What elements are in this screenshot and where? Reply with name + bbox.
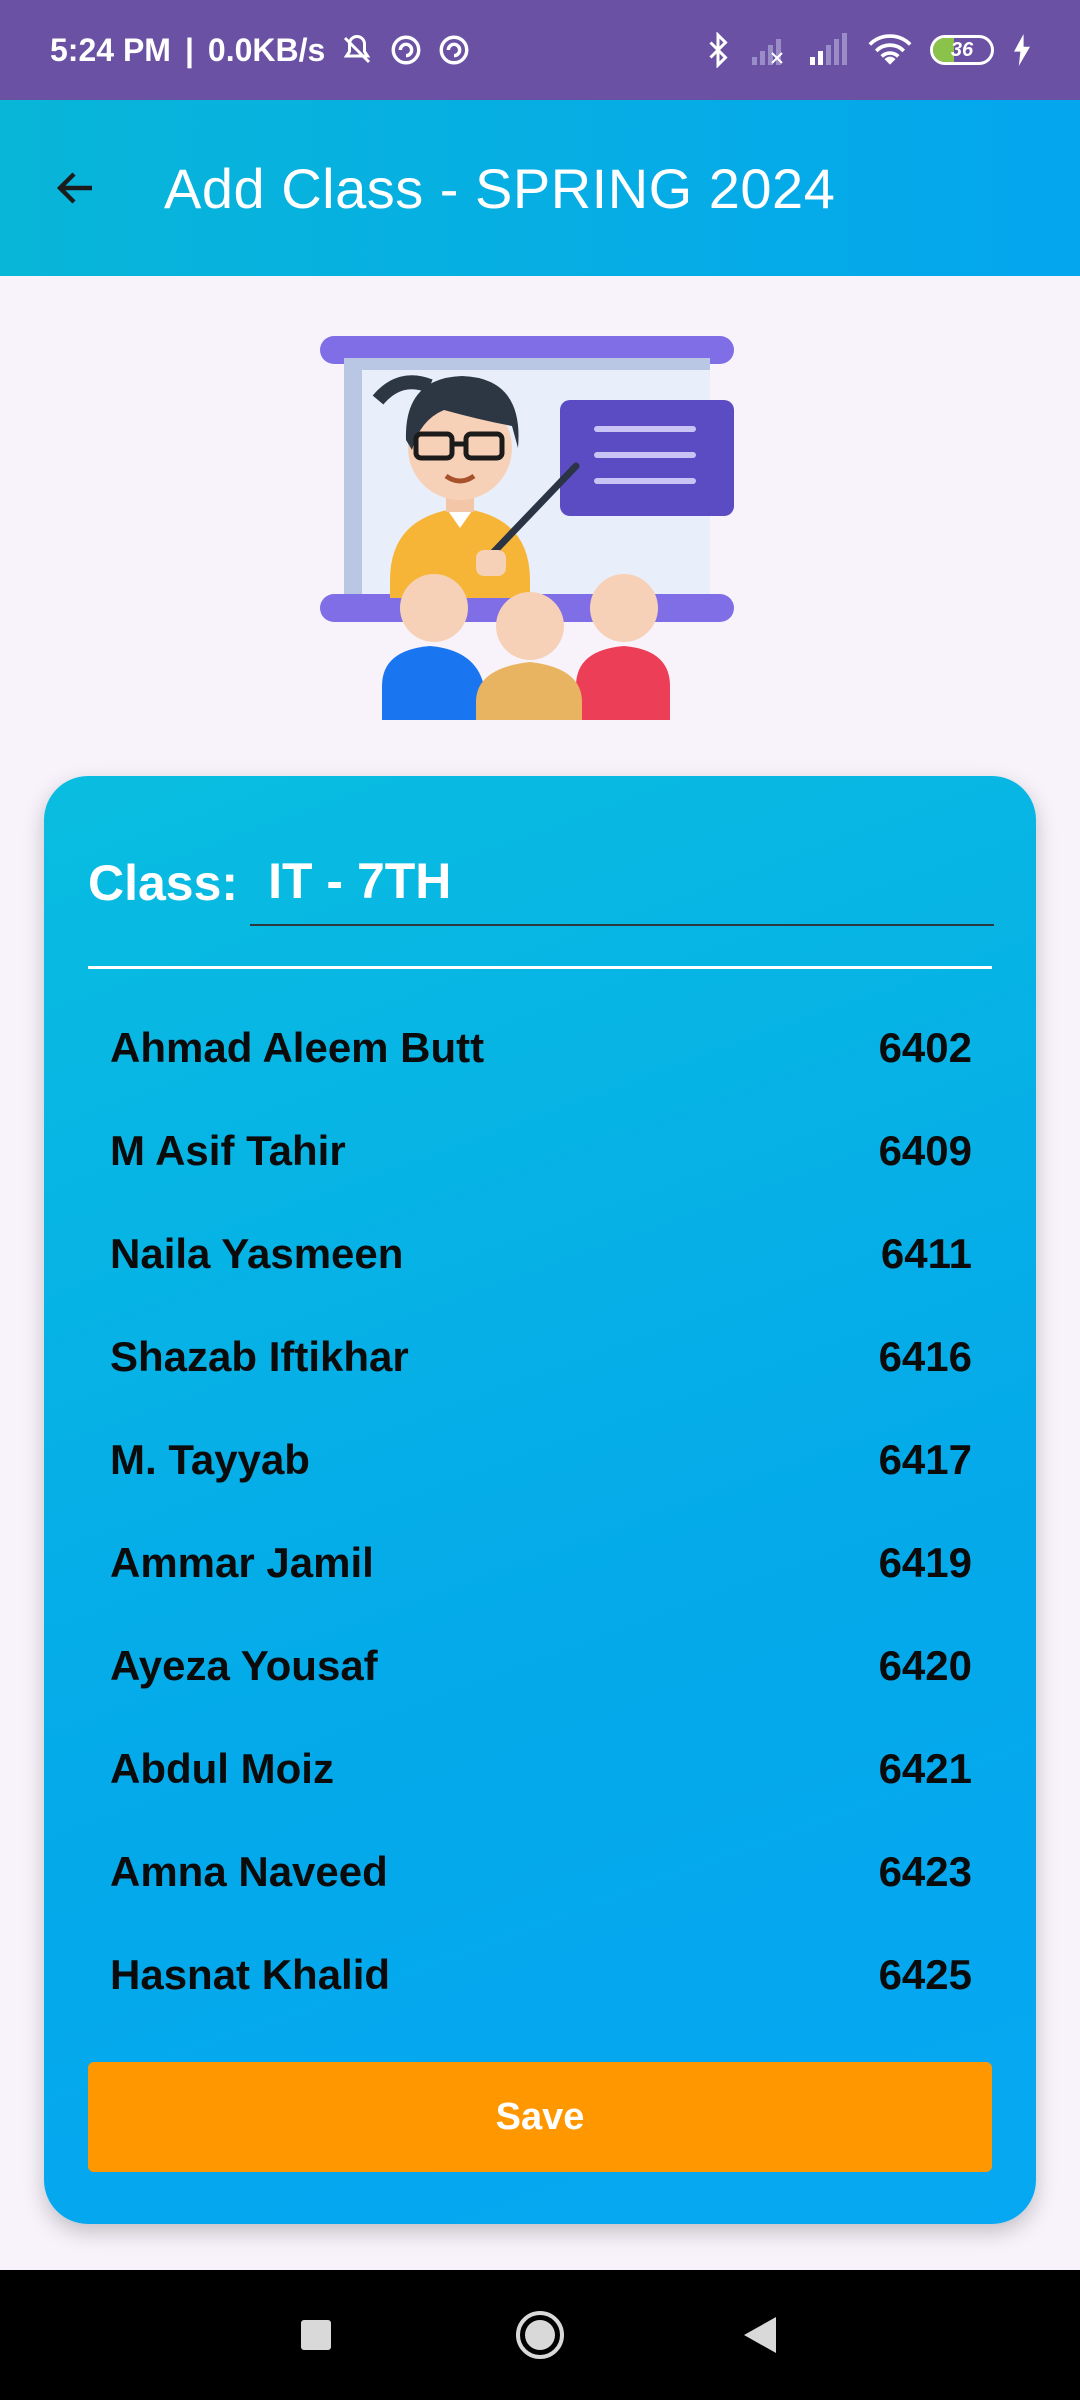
recents-button[interactable] [256,2270,376,2400]
student-row[interactable]: Naila Yasmeen 6411 [110,1202,972,1305]
battery-level: 36 [950,38,974,61]
page-title: Add Class - SPRING 2024 [164,156,836,220]
student-id: 6420 [878,1641,972,1689]
square-icon [301,2320,331,2350]
student-id: 6417 [878,1435,972,1483]
student-id: 6421 [878,1744,972,1792]
student-row[interactable]: Ahmad Aleem Butt 6402 [110,996,972,1099]
class-input[interactable]: IT - 7TH [250,846,995,926]
triangle-back-icon [744,2317,776,2353]
student-id: 6409 [878,1126,972,1174]
save-button[interactable]: Save [88,2062,992,2172]
class-label: Class: [88,855,239,911]
student-row[interactable]: Hasnat Khalid 6425 [110,1923,972,2026]
student-id: 6411 [880,1229,972,1277]
battery-indicator: 36 [930,35,994,65]
sync-icon [391,35,421,65]
signal-off-icon [752,39,783,65]
student-row[interactable]: Abdul Moiz 6421 [110,1717,972,1820]
bluetooth-icon [709,32,728,68]
student-list: Ahmad Aleem Butt 6402 M Asif Tahir 6409 Nail… [110,996,972,2026]
student-row[interactable]: M Asif Tahir 6409 [110,1099,972,1202]
student-row[interactable]: Ayeza Yousaf 6420 [110,1614,972,1717]
class-card: Class: IT - 7TH Ahmad Aleem Butt 6402 M As… [44,776,1036,2224]
arrow-left-icon [56,172,92,204]
sync-icon-2 [439,35,469,65]
student-id: 6402 [878,1023,972,1071]
student-name: Abdul Moiz [110,1744,334,1792]
student-name: Amna Naveed [110,1847,388,1895]
network-speed: 0.0KB/s [207,31,326,68]
app-bar: Add Class - SPRING 2024 [0,100,1080,276]
student-name: Ahmad Aleem Butt [110,1023,485,1071]
navigation-bar [0,2270,1080,2400]
back-button[interactable] [36,148,116,228]
signal-icon [810,33,847,65]
student-name: Ammar Jamil [110,1538,374,1586]
circle-icon [516,2311,564,2359]
student-id: 6419 [878,1538,972,1586]
student-name: M. Tayyab [110,1435,310,1483]
divider [88,966,992,969]
back-nav-button[interactable] [700,2270,820,2400]
home-button[interactable] [480,2270,600,2400]
student-row[interactable]: M. Tayyab 6417 [110,1408,972,1511]
student-id: 6416 [878,1332,972,1380]
student-id: 6423 [878,1847,972,1895]
student-name: Ayeza Yousaf [110,1641,378,1689]
status-left: 5:24 PM | 0.0KB/s [50,32,471,69]
status-time: 5:24 PM [50,31,171,68]
student-name: Shazab Iftikhar [110,1332,409,1380]
wifi-icon [868,34,912,65]
class-row: Class: IT - 7TH [88,846,1024,926]
mute-icon [343,34,371,64]
student-row[interactable]: Amna Naveed 6423 [110,1820,972,1923]
student-row[interactable]: Shazab Iftikhar 6416 [110,1305,972,1408]
teacher-illustration [320,336,734,720]
status-separator: | [184,31,194,68]
student-id: 6425 [878,1950,972,1998]
student-row[interactable]: Ammar Jamil 6419 [110,1511,972,1614]
student-name: Hasnat Khalid [110,1950,391,1998]
status-right: 36 [704,32,1032,68]
student-name: Naila Yasmeen [110,1229,404,1277]
student-name: M Asif Tahir [110,1126,346,1174]
charging-icon [1014,34,1030,66]
status-bar: 5:24 PM | 0.0KB/s 36 [0,0,1080,100]
